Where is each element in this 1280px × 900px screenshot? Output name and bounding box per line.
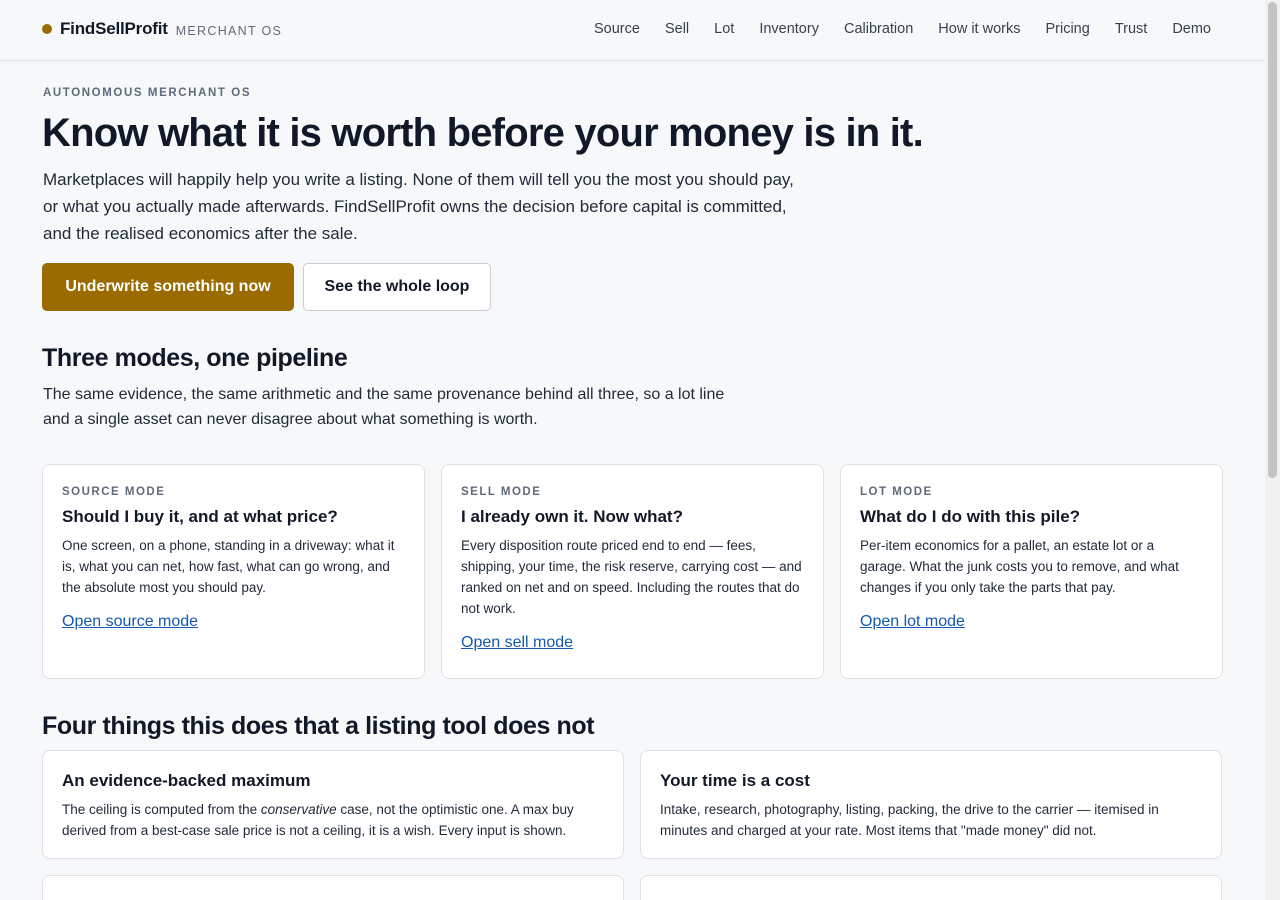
- nav-link-calibration[interactable]: Calibration: [844, 21, 913, 37]
- brand-name: FindSellProfit: [60, 19, 168, 38]
- feature-card-partial: [640, 875, 1222, 900]
- lot-mode-card: LOT MODE What do I do with this pile? Pe…: [840, 464, 1223, 679]
- source-mode-card: SOURCE MODE Should I buy it, and at what…: [42, 464, 425, 679]
- feature-card-partial: [42, 875, 624, 900]
- nav-link-lot[interactable]: Lot: [714, 21, 734, 37]
- underwrite-button[interactable]: Underwrite something now: [42, 263, 294, 311]
- feature-title: An evidence-backed maximum: [62, 771, 311, 790]
- top-navigation-bar: FindSellProfit MERCHANT OS Source Sell L…: [0, 0, 1265, 61]
- hero-eyebrow: AUTONOMOUS MERCHANT OS: [43, 87, 252, 99]
- card-body: One screen, on a phone, standing in a dr…: [62, 538, 395, 595]
- scrollbar-thumb[interactable]: [1268, 2, 1277, 478]
- nav-link-sell[interactable]: Sell: [665, 21, 689, 37]
- page-scrollbar[interactable]: [1265, 0, 1280, 900]
- card-title: Should I buy it, and at what price?: [62, 507, 338, 526]
- feature-body: Intake, research, photography, listing, …: [660, 802, 1159, 838]
- card-eyebrow: SELL MODE: [461, 486, 542, 498]
- main-nav: Source Sell Lot Inventory Calibration Ho…: [569, 21, 1211, 37]
- modes-section-lede: The same evidence, the same arithmetic a…: [43, 386, 725, 428]
- open-sell-mode-link[interactable]: Open sell mode: [461, 634, 573, 652]
- brand[interactable]: FindSellProfit MERCHANT OS: [42, 19, 282, 39]
- feature-body: The ceiling is computed from the conserv…: [62, 799, 604, 841]
- open-lot-mode-link[interactable]: Open lot mode: [860, 613, 965, 631]
- nav-link-source[interactable]: Source: [594, 21, 640, 37]
- nav-link-demo[interactable]: Demo: [1172, 21, 1211, 37]
- hero-lede: Marketplaces will happily help you write…: [43, 170, 794, 243]
- nav-link-how-it-works[interactable]: How it works: [938, 21, 1020, 37]
- brand-dot-icon: [42, 24, 52, 34]
- nav-link-trust[interactable]: Trust: [1115, 21, 1148, 37]
- card-title: What do I do with this pile?: [860, 507, 1081, 526]
- card-body: Per-item economics for a pallet, an esta…: [860, 538, 1179, 595]
- feature-body-emphasis: conservative: [260, 802, 337, 817]
- card-eyebrow: LOT MODE: [860, 486, 933, 498]
- nav-link-inventory[interactable]: Inventory: [759, 21, 819, 37]
- card-title: I already own it. Now what?: [461, 507, 683, 526]
- card-eyebrow: SOURCE MODE: [62, 486, 166, 498]
- modes-section-title: Three modes, one pipeline: [42, 344, 348, 372]
- feature-card-time-cost: Your time is a cost Intake, research, ph…: [640, 750, 1222, 859]
- feature-body-text: The ceiling is computed from the: [62, 802, 261, 817]
- sell-mode-card: SELL MODE I already own it. Now what? Ev…: [441, 464, 824, 679]
- open-source-mode-link[interactable]: Open source mode: [62, 613, 198, 631]
- see-loop-button[interactable]: See the whole loop: [303, 263, 491, 311]
- feature-title: Your time is a cost: [660, 771, 810, 790]
- features-section-title: Four things this does that a listing too…: [42, 712, 595, 740]
- hero-title: Know what it is worth before your money …: [42, 111, 924, 155]
- nav-link-pricing[interactable]: Pricing: [1045, 21, 1089, 37]
- feature-card-evidence-maximum: An evidence-backed maximum The ceiling i…: [42, 750, 624, 859]
- brand-tagline: MERCHANT OS: [175, 23, 283, 38]
- card-body: Every disposition route priced end to en…: [461, 538, 802, 616]
